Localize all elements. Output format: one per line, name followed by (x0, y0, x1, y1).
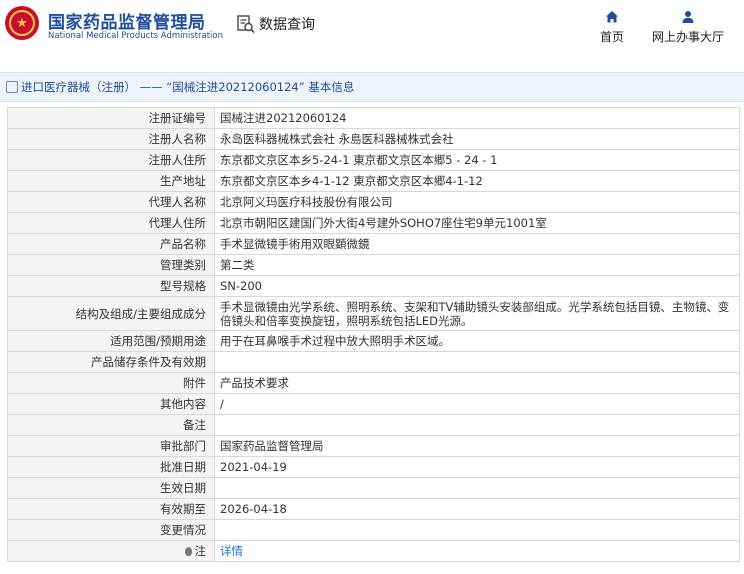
note-label-cell: 注 (7, 540, 215, 562)
home-icon (606, 11, 618, 23)
field-value: 产品技术要求 (214, 372, 740, 394)
note-label: 注 (194, 544, 207, 558)
note-value-cell: 详情 (214, 540, 740, 562)
table-row: 适用范围/预期用途 用于在耳鼻喉手术过程中放大照明手术区域。 (7, 330, 740, 352)
table-row: 注册人住所 东京都文京区本乡5-24-1 東京都文京区本郷5 - 24 - 1 (7, 149, 740, 171)
field-value: / (214, 393, 740, 415)
nav-home-label: 首页 (599, 30, 624, 44)
site-header: ★ 国家药品监督管理局 National Medical Products Ad… (0, 0, 744, 54)
data-query-link[interactable]: 数据查询 (236, 14, 315, 34)
field-value: 第二类 (214, 254, 740, 276)
user-icon (682, 11, 694, 23)
field-value: 北京阿义玛医疗科技股份有限公司 (214, 191, 740, 213)
field-label: 注册证编号 (7, 107, 215, 129)
field-label: 其他内容 (7, 393, 215, 415)
field-label: 产品储存条件及有效期 (7, 351, 215, 373)
table-row-note: 注 详情 (7, 540, 740, 562)
table-row: 产品名称 手术显微镜手術用双眼顕微鏡 (7, 233, 740, 255)
emblem-icon[interactable]: ★ (5, 6, 39, 40)
field-label: 注册人名称 (7, 128, 215, 150)
field-label: 生产地址 (7, 170, 215, 192)
data-query-label: 数据查询 (259, 17, 315, 33)
table-row: 批准日期 2021-04-19 (7, 456, 740, 478)
table-row: 生产地址 东京都文京区本乡4-1-12 東京都文京区本郷4-1-12 (7, 170, 740, 192)
table-row: 其他内容 / (7, 393, 740, 415)
search-doc-icon (237, 15, 255, 34)
field-value: 手术显微镜手術用双眼顕微鏡 (214, 233, 740, 255)
table-row: 管理类别 第二类 (7, 254, 740, 276)
table-row: 产品储存条件及有效期 (7, 351, 740, 373)
field-label: 注册人住所 (7, 149, 215, 171)
field-value: 国家药品监督管理局 (214, 435, 740, 457)
nav-home[interactable]: 首页 (597, 9, 627, 45)
field-label: 代理人名称 (7, 191, 215, 213)
table-row: 型号规格 SN-200 (7, 275, 740, 297)
field-label: 附件 (7, 372, 215, 394)
field-label: 代理人住所 (7, 212, 215, 234)
site-title[interactable]: 国家药品监督管理局 (48, 8, 206, 33)
field-label: 批准日期 (7, 456, 215, 478)
field-value: 永岛医科器械株式会社 永島医科器械株式会社 (214, 128, 740, 150)
details-link[interactable]: 详情 (220, 544, 243, 558)
field-value (214, 414, 740, 436)
field-label: 变更情况 (7, 519, 215, 541)
breadcrumb-text[interactable]: 进口医疗器械（注册） —— “国械注进20212060124” 基本信息 (21, 79, 354, 95)
table-row: 结构及组成/主要组成成分 手术显微镜由光学系统、照明系统、支架和TV辅助镜头安装部… (7, 296, 740, 331)
field-value: 2021-04-19 (214, 456, 740, 478)
nav-service-hall[interactable]: 网上办事大厅 (648, 9, 728, 45)
field-value (214, 477, 740, 499)
table-row: 生效日期 (7, 477, 740, 499)
field-label: 型号规格 (7, 275, 215, 297)
table-row: 注册人名称 永岛医科器械株式会社 永島医科器械株式会社 (7, 128, 740, 150)
table-row: 代理人住所 北京市朝阳区建国门外大街4号建外SOHO7座住宅9单元1001室 (7, 212, 740, 234)
field-label: 结构及组成/主要组成成分 (7, 296, 215, 331)
nav-service-hall-label: 网上办事大厅 (651, 30, 724, 44)
site-title-en: National Medical Products Administration (48, 31, 223, 41)
field-value (214, 351, 740, 373)
table-row: 代理人名称 北京阿义玛医疗科技股份有限公司 (7, 191, 740, 213)
field-value (214, 519, 740, 541)
field-value: 用于在耳鼻喉手术过程中放大照明手术区域。 (214, 330, 740, 352)
detail-table: 注册证编号 国械注进20212060124 注册人名称 永岛医科器械株式会社 永島医… (7, 107, 740, 562)
note-icon (184, 547, 192, 556)
table-row: 有效期至 2026-04-18 (7, 498, 740, 520)
field-value: 国械注进20212060124 (214, 107, 740, 129)
field-value: 手术显微镜由光学系统、照明系统、支架和TV辅助镜头安装部组成。光学系统包括目镜、… (214, 296, 740, 331)
field-label: 备注 (7, 414, 215, 436)
field-value: SN-200 (214, 275, 740, 297)
field-value: 北京市朝阳区建国门外大街4号建外SOHO7座住宅9单元1001室 (214, 212, 740, 234)
table-row: 注册证编号 国械注进20212060124 (7, 107, 740, 129)
breadcrumb-icon (6, 81, 18, 93)
field-label: 审批部门 (7, 435, 215, 457)
breadcrumb: 进口医疗器械（注册） —— “国械注进20212060124” 基本信息 (0, 72, 744, 102)
field-label: 产品名称 (7, 233, 215, 255)
field-label: 有效期至 (7, 498, 215, 520)
table-row: 变更情况 (7, 519, 740, 541)
table-row: 备注 (7, 414, 740, 436)
field-value: 东京都文京区本乡5-24-1 東京都文京区本郷5 - 24 - 1 (214, 149, 740, 171)
field-value: 东京都文京区本乡4-1-12 東京都文京区本郷4-1-12 (214, 170, 740, 192)
field-label: 管理类别 (7, 254, 215, 276)
field-label: 适用范围/预期用途 (7, 330, 215, 352)
table-row: 附件 产品技术要求 (7, 372, 740, 394)
field-label: 生效日期 (7, 477, 215, 499)
table-row: 审批部门 国家药品监督管理局 (7, 435, 740, 457)
field-value: 2026-04-18 (214, 498, 740, 520)
